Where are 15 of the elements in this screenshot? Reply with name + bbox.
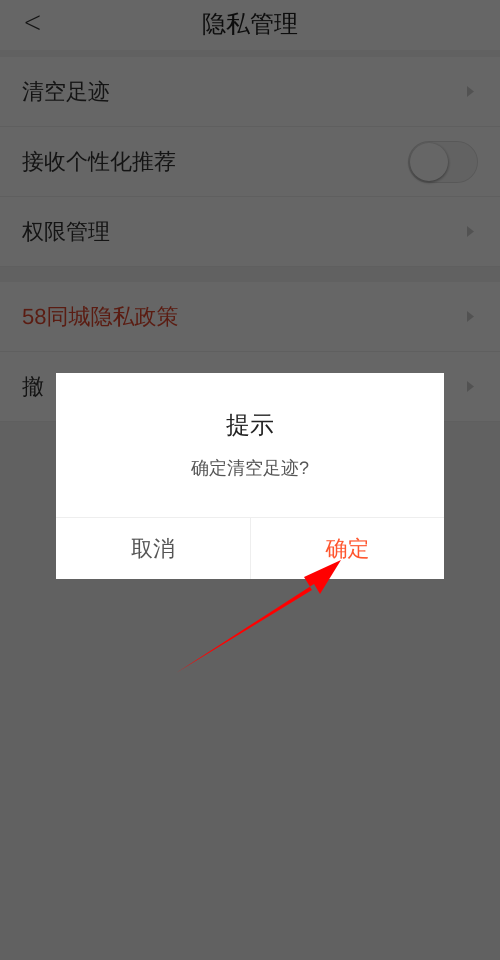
row-label: 58同城隐私政策 [22, 303, 178, 331]
settings-row[interactable]: 清空足迹 [0, 57, 500, 127]
row-label: 接收个性化推荐 [22, 148, 176, 176]
settings-row[interactable]: 接收个性化推荐 [0, 127, 500, 197]
dialog-message: 确定清空足迹? [190, 457, 309, 480]
cancel-button[interactable]: 取消 [56, 518, 250, 579]
back-button[interactable]: < [23, 8, 42, 38]
row-label: 权限管理 [22, 218, 110, 246]
dialog-title: 提示 [226, 411, 274, 441]
row-label: 清空足迹 [22, 78, 110, 106]
page-title: 隐私管理 [202, 10, 298, 40]
settings-row[interactable]: 权限管理 [0, 197, 500, 267]
settings-row[interactable]: 58同城隐私政策 [0, 282, 500, 352]
toggle-switch[interactable] [408, 140, 478, 182]
row-label: 撤 [22, 373, 44, 401]
